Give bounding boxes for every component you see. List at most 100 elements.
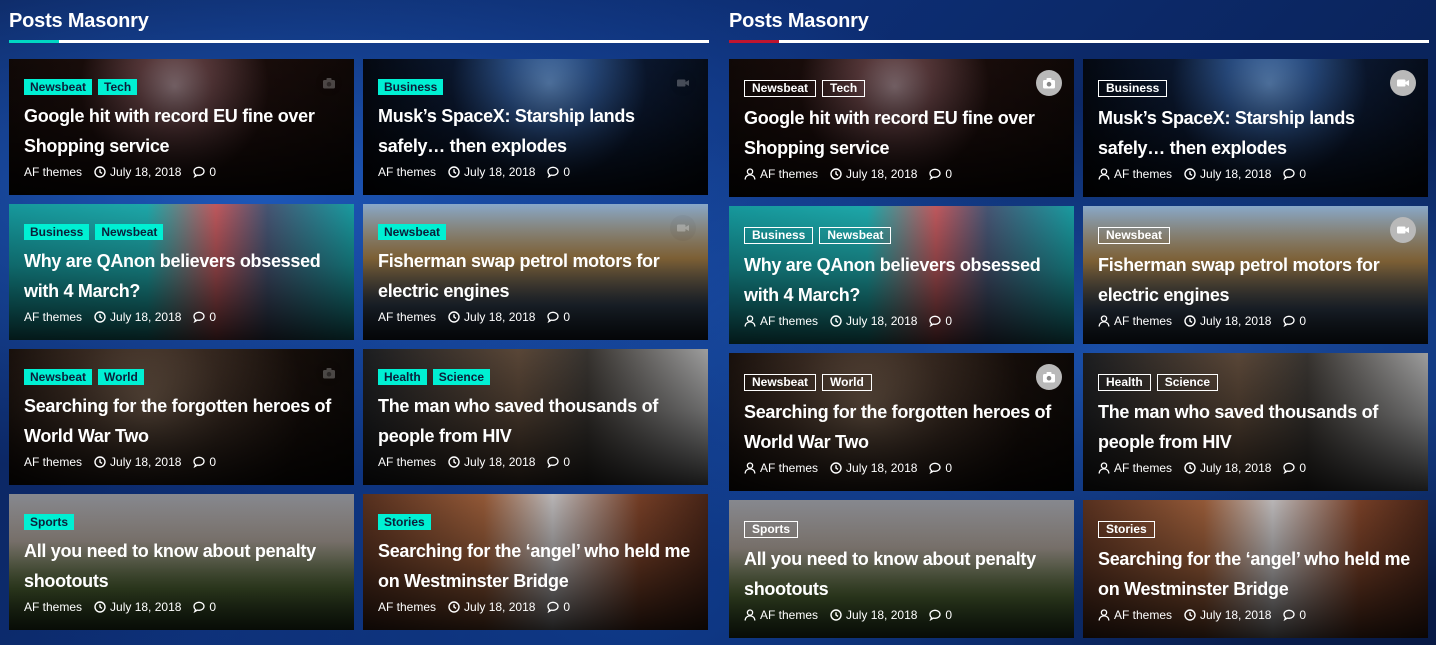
- post-author[interactable]: AF themes: [24, 165, 82, 179]
- post-card[interactable]: Newsbeat Tech Google hit with record EU fi…: [9, 59, 354, 195]
- post-categories: Newsbeat World: [24, 369, 340, 385]
- post-comments[interactable]: 0: [1283, 608, 1306, 622]
- post-card[interactable]: Newsbeat Fisherman swap petrol motors for…: [1083, 206, 1428, 344]
- category-tag[interactable]: World: [98, 369, 144, 385]
- post-date: July 18, 2018: [94, 455, 181, 469]
- category-tag[interactable]: Newsbeat: [95, 224, 164, 240]
- post-comments[interactable]: 0: [193, 165, 216, 179]
- category-tag[interactable]: Newsbeat: [744, 374, 817, 391]
- post-author[interactable]: AF themes: [1098, 167, 1172, 181]
- post-author[interactable]: AF themes: [744, 608, 818, 622]
- post-title[interactable]: Musk’s SpaceX: Starship lands safely… th…: [1098, 103, 1414, 163]
- post-card[interactable]: Business Newsbeat Why are QAnon believers …: [9, 204, 354, 340]
- category-tag[interactable]: Stories: [1098, 521, 1155, 538]
- post-title[interactable]: Searching for the ‘angel’ who held me on…: [1098, 544, 1414, 604]
- post-card[interactable]: Stories Searching for the ‘angel’ who hel…: [363, 494, 708, 630]
- post-author[interactable]: AF themes: [1098, 314, 1172, 328]
- post-meta: AF themes July 18, 2018 0: [1098, 314, 1414, 328]
- category-tag[interactable]: Newsbeat: [819, 227, 892, 244]
- post-card[interactable]: Health Science The man who saved thousands…: [1083, 353, 1428, 491]
- post-author[interactable]: AF themes: [24, 455, 82, 469]
- post-comments[interactable]: 0: [929, 461, 952, 475]
- post-categories: Newsbeat: [1098, 227, 1414, 244]
- category-tag[interactable]: Science: [432, 369, 491, 385]
- post-card[interactable]: Business Newsbeat Why are QAnon believers …: [729, 206, 1074, 344]
- category-tag[interactable]: Newsbeat: [378, 224, 447, 240]
- post-author[interactable]: AF themes: [24, 310, 82, 324]
- category-tag[interactable]: Newsbeat: [24, 369, 93, 385]
- post-comments[interactable]: 0: [929, 608, 952, 622]
- post-card[interactable]: Health Science The man who saved thousands…: [363, 349, 708, 485]
- post-title[interactable]: Google hit with record EU fine over Shop…: [744, 103, 1060, 163]
- post-title[interactable]: Searching for the ‘angel’ who held me on…: [378, 536, 694, 596]
- category-tag[interactable]: Science: [1156, 374, 1219, 391]
- post-author[interactable]: AF themes: [744, 167, 818, 181]
- post-author[interactable]: AF themes: [378, 165, 436, 179]
- post-content: Stories Searching for the ‘angel’ who hel…: [1098, 521, 1414, 622]
- post-author[interactable]: AF themes: [378, 310, 436, 324]
- post-card[interactable]: Sports All you need to know about penalty…: [729, 500, 1074, 638]
- post-title[interactable]: Musk’s SpaceX: Starship lands safely… th…: [378, 101, 694, 161]
- post-title[interactable]: The man who saved thousands of people fr…: [378, 391, 694, 451]
- post-comments[interactable]: 0: [547, 310, 570, 324]
- category-tag[interactable]: Stories: [378, 514, 431, 530]
- post-comments[interactable]: 0: [1283, 167, 1306, 181]
- post-comments[interactable]: 0: [193, 310, 216, 324]
- post-author[interactable]: AF themes: [24, 600, 82, 614]
- category-tag[interactable]: Health: [1098, 374, 1151, 391]
- category-tag[interactable]: Tech: [98, 79, 138, 95]
- post-title[interactable]: Fisherman swap petrol motors for electri…: [1098, 250, 1414, 310]
- category-tag[interactable]: Business: [744, 227, 814, 244]
- post-categories: Stories: [378, 514, 694, 530]
- post-meta: AF themes July 18, 2018 0: [1098, 167, 1414, 181]
- post-comments[interactable]: 0: [1283, 461, 1306, 475]
- post-card[interactable]: Newsbeat World Searching for the forgotten…: [729, 353, 1074, 491]
- post-author[interactable]: AF themes: [744, 314, 818, 328]
- category-tag[interactable]: Health: [378, 369, 427, 385]
- post-card[interactable]: Business Musk’s SpaceX: Starship lands sa…: [363, 59, 708, 195]
- post-card[interactable]: Sports All you need to know about penalty…: [9, 494, 354, 630]
- post-author[interactable]: AF themes: [1098, 608, 1172, 622]
- post-author[interactable]: AF themes: [1098, 461, 1172, 475]
- post-title[interactable]: All you need to know about penalty shoot…: [24, 536, 340, 596]
- post-content: Business Newsbeat Why are QAnon believers …: [744, 227, 1060, 328]
- post-title[interactable]: The man who saved thousands of people fr…: [1098, 397, 1414, 457]
- category-tag[interactable]: Business: [1098, 80, 1168, 97]
- user-icon: [1098, 168, 1110, 180]
- post-comments[interactable]: 0: [929, 314, 952, 328]
- category-tag[interactable]: Newsbeat: [744, 80, 817, 97]
- category-tag[interactable]: Sports: [744, 521, 799, 538]
- post-card[interactable]: Newsbeat Tech Google hit with record EU fi…: [729, 59, 1074, 197]
- post-title[interactable]: Google hit with record EU fine over Shop…: [24, 101, 340, 161]
- post-comments[interactable]: 0: [193, 455, 216, 469]
- post-date: July 18, 2018: [1184, 167, 1271, 181]
- post-title[interactable]: Searching for the forgotten heroes of Wo…: [24, 391, 340, 451]
- category-tag[interactable]: Business: [378, 79, 444, 95]
- category-tag[interactable]: Newsbeat: [1098, 227, 1171, 244]
- category-tag[interactable]: World: [822, 374, 872, 391]
- post-author[interactable]: AF themes: [744, 461, 818, 475]
- post-comments[interactable]: 0: [929, 167, 952, 181]
- clock-icon: [830, 168, 842, 180]
- post-comments[interactable]: 0: [547, 600, 570, 614]
- post-title[interactable]: All you need to know about penalty shoot…: [744, 544, 1060, 604]
- post-title[interactable]: Why are QAnon believers obsessed with 4 …: [744, 250, 1060, 310]
- post-card[interactable]: Stories Searching for the ‘angel’ who hel…: [1083, 500, 1428, 638]
- post-title[interactable]: Searching for the forgotten heroes of Wo…: [744, 397, 1060, 457]
- post-title[interactable]: Why are QAnon believers obsessed with 4 …: [24, 246, 340, 306]
- post-card[interactable]: Business Musk’s SpaceX: Starship lands sa…: [1083, 59, 1428, 197]
- post-author[interactable]: AF themes: [378, 600, 436, 614]
- post-comments[interactable]: 0: [1283, 314, 1306, 328]
- post-comments[interactable]: 0: [547, 455, 570, 469]
- post-comments[interactable]: 0: [193, 600, 216, 614]
- category-tag[interactable]: Newsbeat: [24, 79, 93, 95]
- post-title[interactable]: Fisherman swap petrol motors for electri…: [378, 246, 694, 306]
- category-tag[interactable]: Sports: [24, 514, 75, 530]
- category-tag[interactable]: Tech: [822, 80, 866, 97]
- section-title: Posts Masonry: [729, 10, 869, 32]
- post-comments[interactable]: 0: [547, 165, 570, 179]
- post-author[interactable]: AF themes: [378, 455, 436, 469]
- category-tag[interactable]: Business: [24, 224, 90, 240]
- post-card[interactable]: Newsbeat World Searching for the forgotten…: [9, 349, 354, 485]
- post-card[interactable]: Newsbeat Fisherman swap petrol motors for…: [363, 204, 708, 340]
